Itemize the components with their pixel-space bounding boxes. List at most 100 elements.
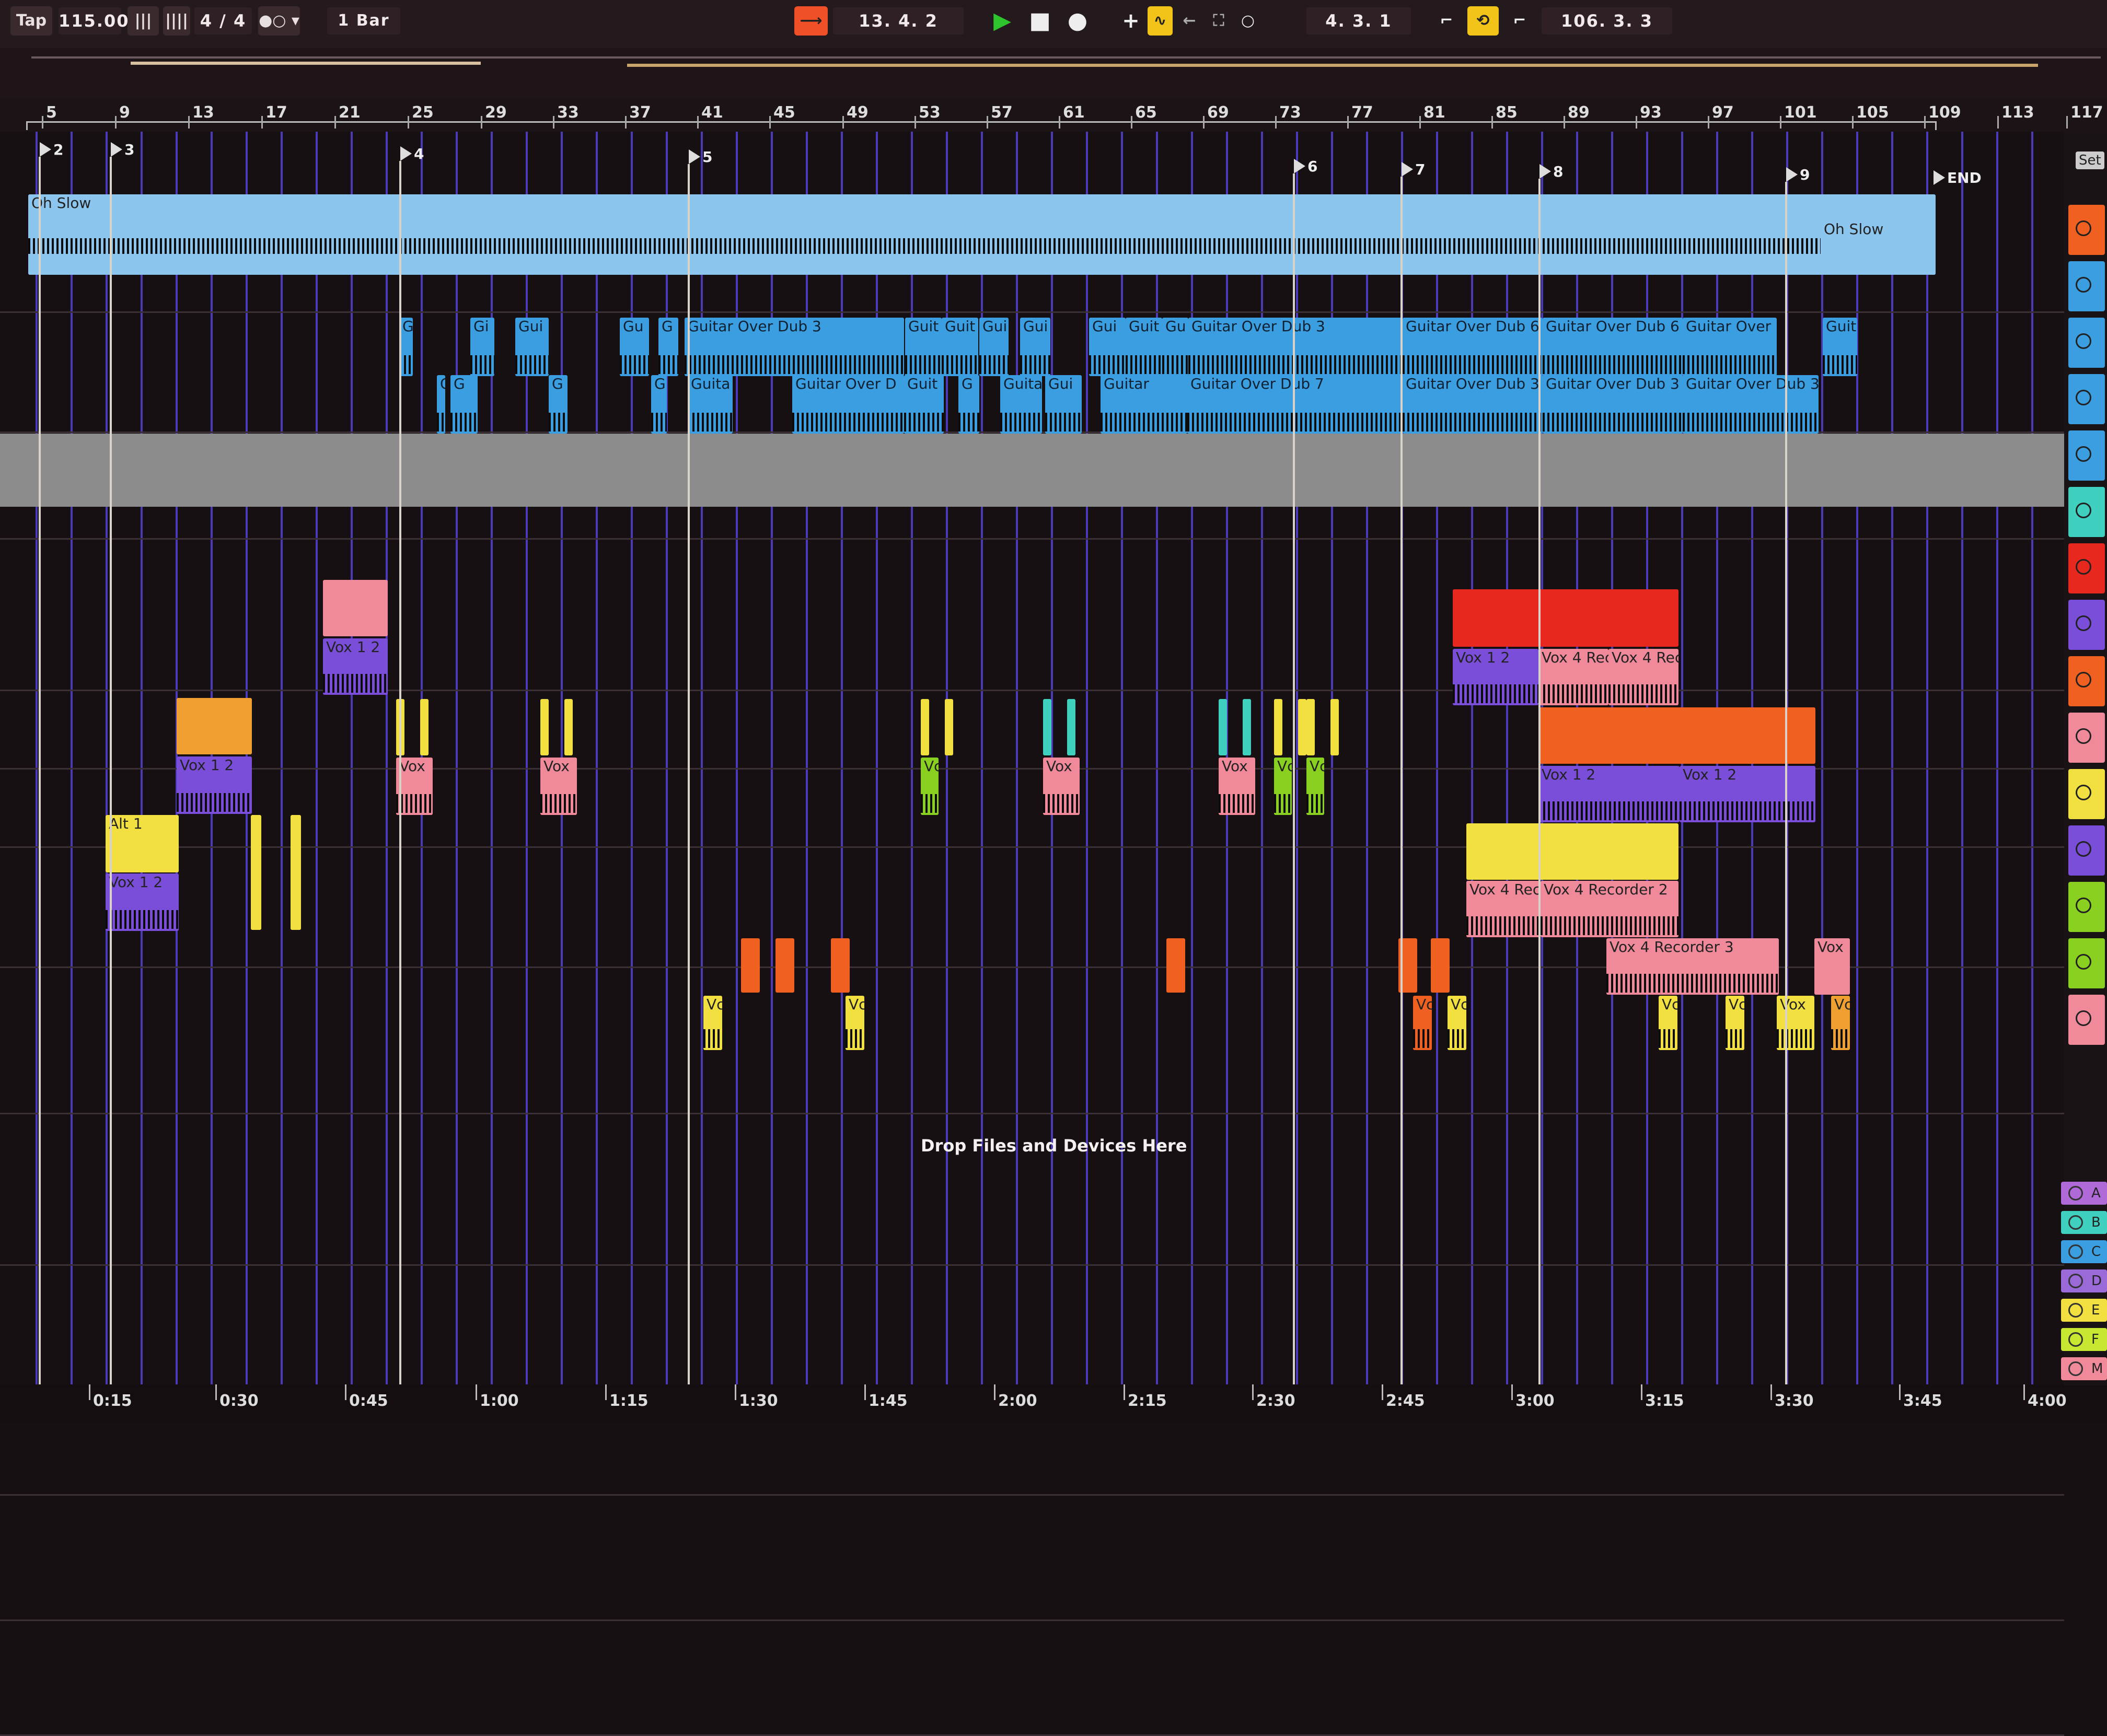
locator-label[interactable]: 7 bbox=[1415, 161, 1425, 178]
locator-flag[interactable] bbox=[111, 142, 122, 157]
locator-label[interactable]: 8 bbox=[1553, 163, 1563, 180]
locator-label[interactable]: 9 bbox=[1800, 166, 1810, 183]
track-expand-icon[interactable] bbox=[2076, 898, 2091, 913]
clip-guitar-over-dub[interactable]: Guitar Over Dub 3 bbox=[1543, 375, 1683, 434]
clip-vox-4-recorder[interactable]: Vox 4 Rec bbox=[1608, 649, 1678, 705]
track-expand-icon[interactable] bbox=[2076, 1010, 2091, 1026]
loop-brace[interactable] bbox=[26, 121, 1937, 130]
clip-guitar-over-dub[interactable]: Guitar Over D bbox=[792, 375, 904, 434]
clip-vox-bottom[interactable]: Vc bbox=[1448, 996, 1466, 1050]
locator-label[interactable]: 4 bbox=[414, 145, 424, 162]
punch-out-icon[interactable]: ⌐ bbox=[1505, 6, 1534, 36]
locator-flag[interactable] bbox=[1294, 159, 1305, 173]
clip-guitar-over-dub[interactable]: Guitar Over Dub 3 bbox=[1403, 375, 1543, 434]
quantize-menu[interactable]: 1 Bar bbox=[327, 7, 400, 34]
track-activator[interactable] bbox=[2068, 374, 2105, 424]
punch-in-icon[interactable]: ⌐ bbox=[1432, 6, 1461, 36]
clip-vox-1-2[interactable]: Vox 1 2 bbox=[1680, 766, 1815, 822]
track-expand-icon[interactable] bbox=[2076, 277, 2091, 293]
clip-vox-1-2[interactable]: Vox 1 2 bbox=[177, 756, 252, 814]
scene-play-icon[interactable] bbox=[2068, 1215, 2083, 1230]
clip-guitar-over-dub[interactable]: Guit bbox=[905, 318, 942, 376]
empty-track-lane[interactable] bbox=[0, 434, 2064, 507]
clip-guitar-over-dub[interactable]: Guitar Over Dub 3 bbox=[1188, 318, 1403, 376]
locator-label[interactable]: 3 bbox=[124, 141, 134, 158]
clip-vox-1-2[interactable]: Vox 1 2 bbox=[1538, 766, 1680, 822]
clip-vox-small[interactable] bbox=[291, 815, 301, 930]
track-expand-icon[interactable] bbox=[2076, 390, 2091, 405]
clip-guitar-over-dub[interactable]: Guitar bbox=[1101, 375, 1187, 434]
locator-label[interactable]: 2 bbox=[53, 141, 63, 158]
locator-flag[interactable] bbox=[1539, 164, 1551, 179]
capture-icon[interactable]: ⛶ bbox=[1206, 6, 1231, 36]
clip-vox-small[interactable] bbox=[251, 815, 261, 930]
clip-vox-4-recorder-3[interactable]: Vox 4 Recorder 3 bbox=[1606, 938, 1779, 995]
track-expand-icon[interactable] bbox=[2076, 503, 2091, 518]
clip-vox-orange-red-header[interactable] bbox=[1538, 707, 1815, 764]
scene-play-icon[interactable] bbox=[2068, 1244, 2083, 1259]
clip-oh-slow-end[interactable]: Oh Slow bbox=[1821, 220, 1936, 275]
clip-guitar-over-dub[interactable]: Guitar Over Dub 6 bbox=[1683, 318, 1777, 376]
locator-flag[interactable] bbox=[40, 142, 51, 157]
scene-launch-b[interactable]: B bbox=[2061, 1211, 2107, 1234]
locator-flag[interactable] bbox=[689, 149, 700, 164]
scene-play-icon[interactable] bbox=[2068, 1186, 2083, 1201]
clip-vox[interactable]: Vox bbox=[1219, 758, 1255, 815]
track-expand-icon[interactable] bbox=[2076, 841, 2091, 857]
clip-vox[interactable]: Vc bbox=[1274, 758, 1292, 815]
clip-vox-header[interactable] bbox=[1243, 699, 1251, 755]
clip-guitar-over-dub[interactable]: Gu bbox=[620, 318, 649, 376]
clip-vox-bottom[interactable]: Vc bbox=[703, 996, 722, 1050]
clip-guitar-over-dub[interactable]: Gui bbox=[1089, 318, 1126, 376]
clip-guitar-over-dub[interactable]: G bbox=[658, 318, 678, 376]
follow-button[interactable]: ⟶ bbox=[794, 6, 828, 36]
arrangement-position-field[interactable]: 13. 4. 2 bbox=[833, 7, 964, 34]
clip-guitar-over-dub[interactable]: Guitar Over Dub 3 bbox=[685, 318, 904, 376]
clip-vox-header[interactable] bbox=[1274, 699, 1282, 755]
clip-oh-slow[interactable]: Oh Slow bbox=[28, 194, 1936, 275]
clip-vox-1-2[interactable]: Vox 1 2 bbox=[1453, 649, 1538, 705]
clip-vox-bottom[interactable]: Vc bbox=[846, 996, 864, 1050]
clip-guitar-over-dub[interactable]: Guit bbox=[1823, 318, 1857, 376]
track-activator[interactable] bbox=[2068, 205, 2105, 255]
clip-guitar-over-dub[interactable]: G bbox=[437, 375, 445, 434]
clip-guitar-over-dub[interactable]: Guit bbox=[1126, 318, 1162, 376]
clip-vox-header[interactable] bbox=[921, 699, 929, 755]
clip-vox-header[interactable] bbox=[1306, 699, 1315, 755]
clip-vox-yellow-header[interactable] bbox=[1466, 823, 1678, 880]
scene-launch-e[interactable]: E bbox=[2061, 1299, 2107, 1322]
clip-vox-header[interactable] bbox=[540, 699, 549, 755]
track-activator[interactable] bbox=[2068, 318, 2105, 368]
clip-vox[interactable]: Vox bbox=[1043, 758, 1080, 815]
clip-guitar-over-dub[interactable]: G bbox=[450, 375, 478, 434]
clip-vox-orange-small[interactable] bbox=[741, 938, 760, 993]
clip-vox-bottom[interactable]: Vc bbox=[1831, 996, 1850, 1050]
track-activator[interactable] bbox=[2068, 882, 2105, 932]
overdub-icon[interactable]: + bbox=[1118, 6, 1143, 36]
back-to-arrangement-icon[interactable]: ← bbox=[1177, 6, 1202, 36]
clip-guitar-over-dub[interactable]: Gi bbox=[470, 318, 494, 376]
track-activator[interactable] bbox=[2068, 261, 2105, 311]
locator-flag[interactable] bbox=[1402, 162, 1413, 177]
track-expand-icon[interactable] bbox=[2076, 446, 2091, 462]
clip-vox-red-header[interactable] bbox=[1453, 589, 1678, 647]
locator-flag[interactable] bbox=[1786, 167, 1798, 182]
scene-play-icon[interactable] bbox=[2068, 1361, 2083, 1376]
scene-launch-c[interactable]: C bbox=[2061, 1240, 2107, 1263]
set-button[interactable]: Set bbox=[2076, 152, 2104, 169]
tempo-field[interactable]: 115.00 bbox=[59, 7, 128, 34]
clip-vox[interactable]: Vox bbox=[1814, 938, 1850, 995]
clip-vox[interactable]: Vc bbox=[921, 758, 939, 815]
clip-vox-bottom[interactable]: Vc bbox=[1726, 996, 1744, 1050]
clip-vox-orange-small[interactable] bbox=[1431, 938, 1450, 993]
track-activator[interactable] bbox=[2068, 487, 2105, 537]
track-activator[interactable] bbox=[2068, 600, 2105, 650]
track-expand-icon[interactable] bbox=[2076, 559, 2091, 575]
clip-vox[interactable]: Vox bbox=[540, 758, 577, 815]
metronome-icon[interactable]: ●○ ▾ bbox=[258, 6, 300, 36]
clip-guitar-over-dub[interactable]: G bbox=[651, 375, 667, 434]
track-expand-icon[interactable] bbox=[2076, 672, 2091, 688]
clip-vox-orange-header[interactable] bbox=[177, 698, 252, 754]
clip-vox-header[interactable] bbox=[1067, 699, 1075, 755]
clip-vox-header[interactable] bbox=[420, 699, 429, 755]
